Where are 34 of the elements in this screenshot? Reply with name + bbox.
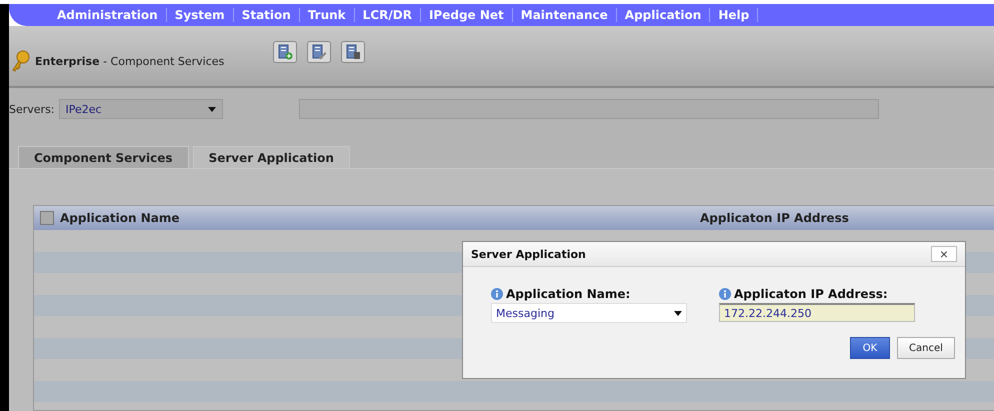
page-title: Enterprise - Component Services — [35, 54, 224, 68]
menu-item[interactable]: System — [166, 8, 234, 22]
add-button[interactable] — [273, 41, 297, 63]
tab[interactable]: Component Services — [18, 146, 189, 168]
column-header: Application Name — [60, 211, 180, 225]
ok-button[interactable]: OK — [850, 337, 890, 359]
menu-item[interactable]: Administration — [49, 8, 167, 22]
tab[interactable]: Server Application — [192, 146, 350, 168]
info-icon — [491, 288, 503, 300]
cancel-button[interactable]: Cancel — [897, 337, 955, 359]
menu-item[interactable]: Help — [710, 8, 758, 22]
info-icon — [719, 288, 731, 300]
select-all-checkbox[interactable] — [40, 211, 54, 225]
menu-item[interactable]: Trunk — [300, 8, 355, 22]
menu-item[interactable]: Application — [616, 8, 710, 22]
ip-address-field[interactable]: 172.22.244.250 — [719, 303, 915, 322]
close-button[interactable]: × — [931, 246, 957, 262]
menu-item[interactable]: Station — [234, 8, 300, 22]
menu-item[interactable]: IPedge Net — [420, 8, 513, 22]
label-text: Application Name: — [506, 287, 630, 301]
text-field[interactable] — [298, 99, 879, 119]
servers-dropdown[interactable]: IPe2ec — [58, 99, 223, 119]
servers-label: Servers: — [9, 102, 55, 116]
key-icon — [11, 50, 31, 72]
column-header: Applicaton IP Address — [699, 211, 850, 225]
caret-icon — [674, 310, 682, 316]
menu-item[interactable]: Maintenance — [512, 8, 617, 22]
menu-item[interactable]: LCR/DR — [354, 8, 421, 22]
caret-icon — [208, 106, 216, 112]
application-dropdown[interactable]: Messaging — [491, 303, 687, 323]
delete-button[interactable] — [341, 41, 365, 63]
dialog-title: Server Application — [471, 248, 586, 260]
edit-button[interactable] — [307, 41, 331, 63]
label-text: Applicaton IP Address: — [734, 287, 888, 301]
